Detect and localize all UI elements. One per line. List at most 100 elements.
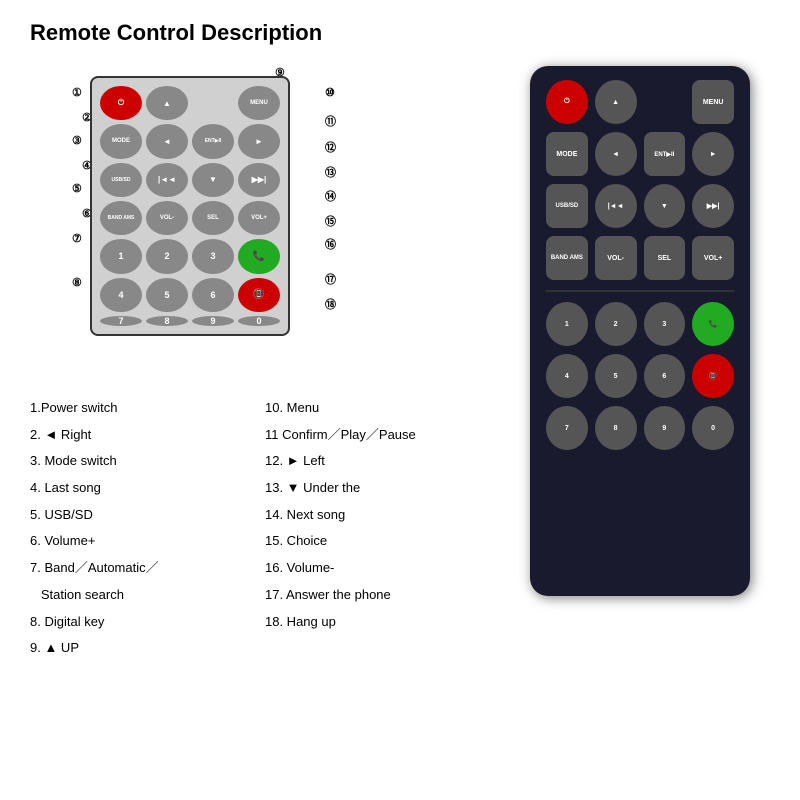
rp-btn-5[interactable]: 5: [595, 354, 637, 398]
btn-right[interactable]: ►: [238, 124, 280, 158]
main-title: Remote Control Description: [30, 20, 770, 46]
diagram-area: ① ② ③ ④ ⑤ ⑥ ⑦ ⑧ ⑨ ⑩ ⑪ ⑫ ⑬ ⑭ ⑮ ⑯ ⑰ ⑱: [30, 56, 370, 376]
desc-3: 3. Mode switch: [30, 449, 255, 474]
rp-btn-9[interactable]: 9: [644, 406, 686, 450]
btn-prev[interactable]: |◄◄: [146, 163, 188, 197]
rp-btn-vol-minus[interactable]: VOL-: [595, 236, 637, 280]
btn-2[interactable]: 2: [146, 239, 188, 273]
btn-9[interactable]: 9: [192, 316, 234, 326]
rp-btn-4[interactable]: 4: [546, 354, 588, 398]
btn-0[interactable]: 0: [238, 316, 280, 326]
left-section: ① ② ③ ④ ⑤ ⑥ ⑦ ⑧ ⑨ ⑩ ⑪ ⑫ ⑬ ⑭ ⑮ ⑯ ⑰ ⑱: [30, 56, 490, 663]
btn-1[interactable]: 1: [100, 239, 142, 273]
rp-row-3: USB/SD |◄◄ ▼ ▶▶|: [546, 184, 734, 228]
rp-btn-6[interactable]: 6: [644, 354, 686, 398]
rp-row-2: MODE ◄ ENT▶II ►: [546, 132, 734, 176]
desc-right: 10. Menu 11 Confirm／Play／Pause 12. ► Lef…: [265, 396, 490, 663]
content-row: ① ② ③ ④ ⑤ ⑥ ⑦ ⑧ ⑨ ⑩ ⑪ ⑫ ⑬ ⑭ ⑮ ⑯ ⑰ ⑱: [30, 56, 770, 663]
btn-power[interactable]: ⏻: [100, 86, 142, 120]
rp-btn-next[interactable]: ▶▶|: [692, 184, 734, 228]
btn-call-green[interactable]: 📞: [238, 239, 280, 273]
callout-10: ⑩: [325, 86, 335, 99]
rp-row-6: 4 5 6 📵: [546, 354, 734, 398]
rp-row-4: BAND AMS VOL- SEL VOL+: [546, 236, 734, 280]
rp-row-7: 7 8 9 0: [546, 406, 734, 450]
rp-btn-down[interactable]: ▼: [644, 184, 686, 228]
callout-5: ⑤: [72, 182, 82, 195]
callout-14: ⑭: [325, 188, 336, 204]
btn-6[interactable]: 6: [192, 278, 234, 312]
rp-row-5: 1 2 3 📞: [546, 302, 734, 346]
desc-5: 5. USB/SD: [30, 503, 255, 528]
callout-15: ⑮: [325, 213, 336, 229]
btn-3[interactable]: 3: [192, 239, 234, 273]
desc-1: 1.Power switch: [30, 396, 255, 421]
btn-8[interactable]: 8: [146, 316, 188, 326]
rp-btn-8[interactable]: 8: [595, 406, 637, 450]
page: Remote Control Description ① ② ③ ④ ⑤ ⑥ ⑦…: [0, 0, 800, 800]
btn-usb[interactable]: USB/SD: [100, 163, 142, 197]
desc-8: 8. Digital key: [30, 610, 255, 635]
btn-call-red[interactable]: 📵: [238, 278, 280, 312]
btn-down[interactable]: ▼: [192, 163, 234, 197]
desc-16: 16. Volume-: [265, 556, 490, 581]
rp-row-1: ⏻ ▲ MENU: [546, 80, 734, 124]
rp-btn-left[interactable]: ◄: [595, 132, 637, 176]
btn-vol-minus[interactable]: VOL-: [146, 201, 188, 235]
btn-up[interactable]: ▲: [146, 86, 188, 120]
callout-13: ⑬: [325, 164, 336, 180]
rp-btn-up[interactable]: ▲: [595, 80, 637, 124]
callout-18: ⑱: [325, 296, 336, 312]
rp-btn-power[interactable]: ⏻: [546, 80, 588, 124]
right-section: ⏻ ▲ MENU MODE ◄ ENT▶II ► USB/SD |◄◄ ▼: [510, 66, 770, 663]
rp-btn-ent[interactable]: ENT▶II: [644, 132, 686, 176]
rp-btn-mode[interactable]: MODE: [546, 132, 588, 176]
btn-4[interactable]: 4: [100, 278, 142, 312]
desc-4: 4. Last song: [30, 476, 255, 501]
rp-btn-menu[interactable]: MENU: [692, 80, 734, 124]
rp-btn-vol-plus[interactable]: VOL+: [692, 236, 734, 280]
desc-15: 15. Choice: [265, 529, 490, 554]
desc-11: 11 Confirm／Play／Pause: [265, 423, 490, 448]
desc-left: 1.Power switch 2. ◄ Right 3. Mode switch…: [30, 396, 255, 663]
btn-5[interactable]: 5: [146, 278, 188, 312]
btn-next[interactable]: ▶▶|: [238, 163, 280, 197]
remote-diagram: ⏻ ▲ MENU MODE ◄ ENT▶II ► USB/SD |◄◄ ▼ ▶▶…: [90, 76, 290, 336]
callout-8: ⑧: [72, 276, 82, 289]
rp-btn-3[interactable]: 3: [644, 302, 686, 346]
rp-btn-right[interactable]: ►: [692, 132, 734, 176]
desc-2: 2. ◄ Right: [30, 423, 255, 448]
btn-left[interactable]: ◄: [146, 124, 188, 158]
callout-3: ③: [72, 134, 82, 147]
callout-7: ⑦: [72, 232, 82, 245]
rp-btn-usb[interactable]: USB/SD: [546, 184, 588, 228]
desc-9: 9. ▲ UP: [30, 636, 255, 661]
rp-btn-hangup[interactable]: 📵: [692, 354, 734, 398]
btn-ent[interactable]: ENT▶II: [192, 124, 234, 158]
rp-btn-prev[interactable]: |◄◄: [595, 184, 637, 228]
desc-7: 7. Band／Automatic／: [30, 556, 255, 581]
desc-10: 10. Menu: [265, 396, 490, 421]
btn-7[interactable]: 7: [100, 316, 142, 326]
rp-btn-band[interactable]: BAND AMS: [546, 236, 588, 280]
remote-photo: ⏻ ▲ MENU MODE ◄ ENT▶II ► USB/SD |◄◄ ▼: [530, 66, 750, 596]
desc-section: 1.Power switch 2. ◄ Right 3. Mode switch…: [30, 396, 490, 663]
divider-1: [546, 290, 734, 292]
rp-btn-2[interactable]: 2: [595, 302, 637, 346]
btn-vol-plus[interactable]: VOL+: [238, 201, 280, 235]
rp-btn-7[interactable]: 7: [546, 406, 588, 450]
btn-band[interactable]: BAND AMS: [100, 201, 142, 235]
desc-6: 6. Volume+: [30, 529, 255, 554]
rp-btn-sel[interactable]: SEL: [644, 236, 686, 280]
btn-mode[interactable]: MODE: [100, 124, 142, 158]
callout-17: ⑰: [325, 271, 336, 287]
callout-1: ①: [72, 86, 82, 99]
callout-16: ⑯: [325, 236, 336, 252]
desc-17: 17. Answer the phone: [265, 583, 490, 608]
rp-btn-answer[interactable]: 📞: [692, 302, 734, 346]
desc-12: 12. ► Left: [265, 449, 490, 474]
rp-btn-0[interactable]: 0: [692, 406, 734, 450]
btn-sel[interactable]: SEL: [192, 201, 234, 235]
btn-menu[interactable]: MENU: [238, 86, 280, 120]
rp-btn-1[interactable]: 1: [546, 302, 588, 346]
